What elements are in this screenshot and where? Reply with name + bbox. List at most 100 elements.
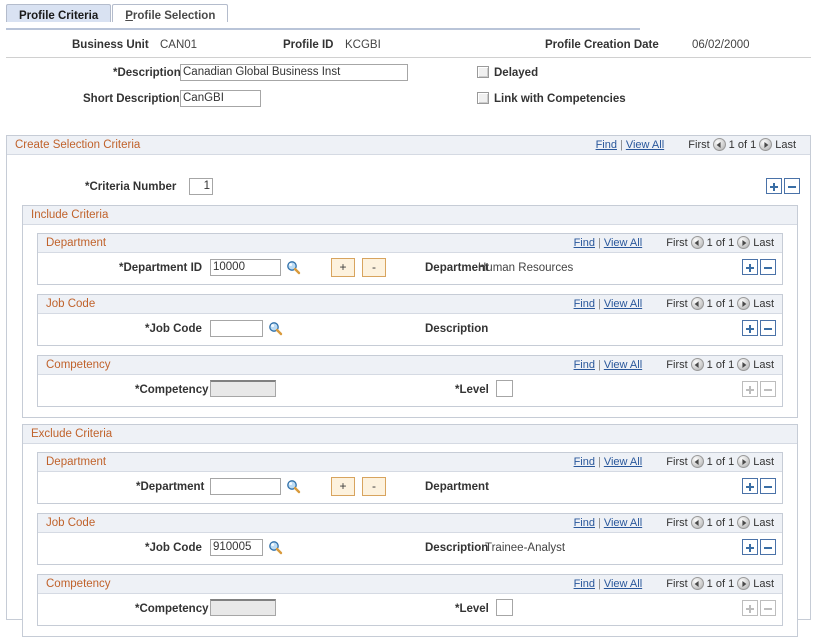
find-link[interactable]: Find <box>574 298 595 310</box>
include-job-code-row-buttons <box>740 320 776 336</box>
exclude-job-code-input[interactable] <box>210 539 263 556</box>
exclude-job-code-label: *Job Code <box>145 542 202 554</box>
last-label[interactable]: Last <box>753 456 774 468</box>
previous-arrow-icon[interactable] <box>691 358 704 371</box>
include-department-minus-label[interactable]: - <box>362 258 386 277</box>
next-arrow-icon[interactable] <box>737 577 750 590</box>
tab-profile-selection[interactable]: Profile Selection <box>112 4 228 22</box>
last-label[interactable]: Last <box>753 578 774 590</box>
exclude-department-minus-label[interactable]: - <box>362 477 386 496</box>
business-unit-value: CAN01 <box>160 39 197 51</box>
view-all-link[interactable]: View All <box>604 298 642 310</box>
include-competency-input[interactable] <box>210 380 276 397</box>
row-counter: 1 of 1 <box>707 456 735 468</box>
criteria-delete-row-button[interactable] <box>784 178 800 194</box>
link-with-competencies-checkbox-box[interactable] <box>477 92 489 104</box>
next-arrow-icon[interactable] <box>737 455 750 468</box>
first-label[interactable]: First <box>666 517 687 529</box>
nav-separator: | <box>598 298 601 310</box>
include-department-plus-label[interactable]: + <box>331 258 355 277</box>
include-job-code-input[interactable] <box>210 320 263 337</box>
view-all-link[interactable]: View All <box>604 456 642 468</box>
previous-arrow-icon[interactable] <box>691 516 704 529</box>
exclude-competency-input[interactable] <box>210 599 276 616</box>
exclude-department-group: Department Find|View All First1 of 1Last… <box>37 452 783 504</box>
exclude-criteria-group: Exclude Criteria Department Find|View Al… <box>22 424 798 637</box>
first-label[interactable]: First <box>666 578 687 590</box>
include-department-id-input[interactable] <box>210 259 281 276</box>
exclude-job-code-add-row-button[interactable] <box>742 539 758 555</box>
include-level-input[interactable] <box>496 380 513 397</box>
row-counter: 1 of 1 <box>729 139 757 151</box>
criteria-number-input[interactable] <box>189 178 213 195</box>
nav-separator: | <box>598 237 601 249</box>
include-department-remove-button[interactable]: - <box>362 258 386 277</box>
last-label[interactable]: Last <box>753 298 774 310</box>
exclude-job-code-header: Job Code Find|View All First1 of 1Last <box>38 514 782 533</box>
exclude-department-add-row-button[interactable] <box>742 478 758 494</box>
previous-arrow-icon[interactable] <box>691 297 704 310</box>
include-department-add-button[interactable]: + <box>331 258 355 277</box>
last-label[interactable]: Last <box>753 237 774 249</box>
view-all-link[interactable]: View All <box>604 578 642 590</box>
find-link[interactable]: Find <box>574 359 595 371</box>
previous-arrow-icon[interactable] <box>691 577 704 590</box>
include-job-code-add-row-button[interactable] <box>742 320 758 336</box>
next-arrow-icon[interactable] <box>759 138 772 151</box>
view-all-link[interactable]: View All <box>604 237 642 249</box>
nav-separator: | <box>598 359 601 371</box>
last-label[interactable]: Last <box>753 517 774 529</box>
profile-creation-date-value: 06/02/2000 <box>692 39 750 51</box>
delayed-checkbox-box[interactable] <box>477 66 489 78</box>
include-job-code-lookup-icon[interactable] <box>268 321 283 336</box>
include-job-code-group: Job Code Find|View All First1 of 1Last *… <box>37 294 783 346</box>
previous-arrow-icon[interactable] <box>691 236 704 249</box>
exclude-job-code-desc-value: Trainee-Analyst <box>485 542 565 554</box>
find-link[interactable]: Find <box>596 139 617 151</box>
link-with-competencies-checkbox[interactable]: Link with Competencies <box>477 92 626 105</box>
exclude-department-lookup-icon[interactable] <box>286 479 301 494</box>
description-input[interactable] <box>180 64 408 81</box>
last-label[interactable]: Last <box>775 139 796 151</box>
find-link[interactable]: Find <box>574 456 595 468</box>
include-department-add-row-button[interactable] <box>742 259 758 275</box>
exclude-department-remove-button[interactable]: - <box>362 477 386 496</box>
short-description-input[interactable] <box>180 90 261 107</box>
nav-separator: | <box>598 517 601 529</box>
exclude-department-add-button[interactable]: + <box>331 477 355 496</box>
include-department-delete-row-button[interactable] <box>760 259 776 275</box>
view-all-link[interactable]: View All <box>604 517 642 529</box>
exclude-level-input[interactable] <box>496 599 513 616</box>
criteria-add-row-button[interactable] <box>766 178 782 194</box>
view-all-link[interactable]: View All <box>604 359 642 371</box>
next-arrow-icon[interactable] <box>737 297 750 310</box>
exclude-department-input[interactable] <box>210 478 281 495</box>
view-all-link[interactable]: View All <box>626 139 664 151</box>
last-label[interactable]: Last <box>753 359 774 371</box>
first-label[interactable]: First <box>666 298 687 310</box>
first-label[interactable]: First <box>666 359 687 371</box>
first-label[interactable]: First <box>666 237 687 249</box>
next-arrow-icon[interactable] <box>737 236 750 249</box>
include-job-code-label: *Job Code <box>145 323 202 335</box>
include-department-lookup-icon[interactable] <box>286 260 301 275</box>
exclude-department-plus-label[interactable]: + <box>331 477 355 496</box>
delayed-checkbox[interactable]: Delayed <box>477 66 538 79</box>
next-arrow-icon[interactable] <box>737 516 750 529</box>
include-department-id-label: *Department ID <box>119 262 202 274</box>
tab-profile-selection-accesskey: P <box>125 10 133 22</box>
next-arrow-icon[interactable] <box>737 358 750 371</box>
exclude-job-code-lookup-icon[interactable] <box>268 540 283 555</box>
find-link[interactable]: Find <box>574 578 595 590</box>
exclude-department-nav: Find|View All First1 of 1Last <box>574 455 774 468</box>
include-job-code-delete-row-button[interactable] <box>760 320 776 336</box>
previous-arrow-icon[interactable] <box>691 455 704 468</box>
exclude-department-delete-row-button[interactable] <box>760 478 776 494</box>
find-link[interactable]: Find <box>574 237 595 249</box>
exclude-job-code-delete-row-button[interactable] <box>760 539 776 555</box>
tab-profile-criteria[interactable]: Profile Criteria <box>6 4 111 22</box>
first-label[interactable]: First <box>688 139 709 151</box>
find-link[interactable]: Find <box>574 517 595 529</box>
first-label[interactable]: First <box>666 456 687 468</box>
previous-arrow-icon[interactable] <box>713 138 726 151</box>
